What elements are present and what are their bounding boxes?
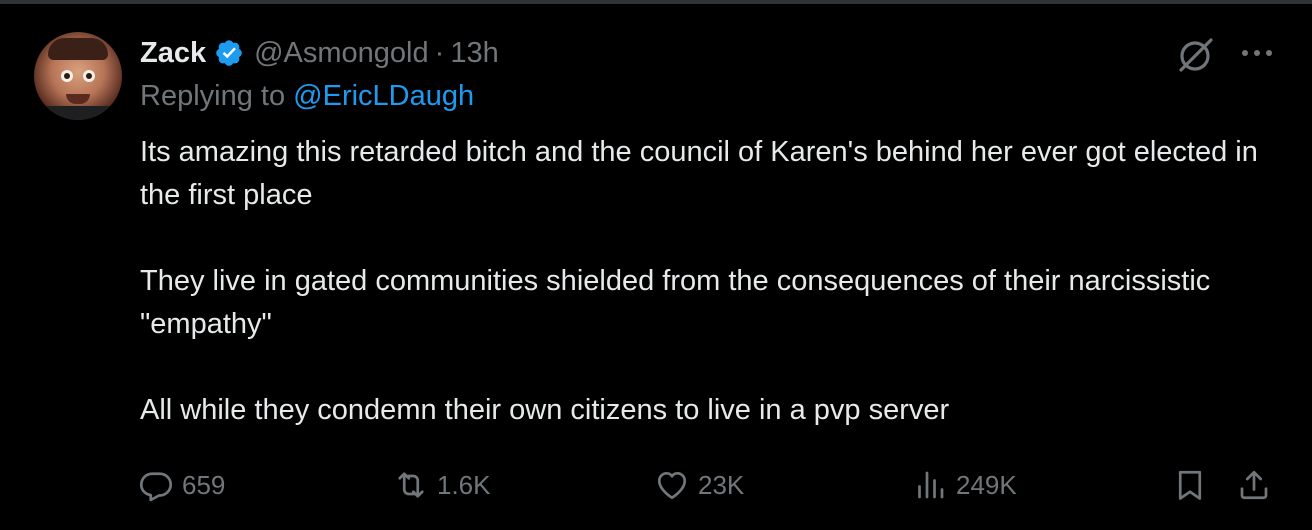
timestamp[interactable]: 13h — [450, 37, 498, 70]
like-count: 23K — [698, 469, 745, 500]
tweet-paragraph: All while they condemn their own citizen… — [140, 394, 950, 426]
repost-count: 1.6K — [437, 469, 491, 500]
tweet-paragraph: Its amazing this retarded bitch and the … — [140, 136, 1258, 211]
tweet-paragraph: They live in gated communities shielded … — [140, 265, 1211, 340]
views-button[interactable]: 249K — [912, 460, 1017, 510]
tweet-text: Its amazing this retarded bitch and the … — [140, 131, 1260, 432]
avatar-shirt — [34, 106, 122, 120]
verified-badge-icon[interactable] — [214, 38, 244, 68]
reply-icon — [139, 472, 173, 502]
bookmark-button[interactable] — [1172, 460, 1208, 510]
user-handle[interactable]: @Asmongold — [254, 37, 429, 70]
grok-icon[interactable] — [1175, 34, 1217, 76]
share-button[interactable] — [1236, 460, 1272, 510]
header-separator: · — [434, 36, 445, 69]
replying-to-line: Replying to @EricLDaugh — [140, 80, 474, 113]
display-name[interactable]: Zack — [140, 37, 206, 70]
reply-mention-link[interactable]: @EricLDaugh — [293, 80, 474, 112]
avatar-right-eye — [83, 70, 95, 82]
reply-count: 659 — [182, 469, 226, 500]
repost-button[interactable]: 1.6K — [393, 460, 491, 510]
action-bar: 659 1.6K 23K 249K — [0, 460, 1312, 510]
avatar-mouth — [66, 94, 90, 104]
more-icon[interactable] — [1239, 46, 1275, 60]
like-button[interactable]: 23K — [654, 460, 744, 510]
bookmark-icon — [1178, 470, 1202, 500]
heart-icon — [657, 471, 687, 500]
tweet-header: Zack @Asmongold · 13h — [140, 31, 499, 75]
top-divider — [0, 0, 1312, 4]
reply-button[interactable]: 659 — [138, 460, 225, 510]
avatar-hair — [48, 38, 108, 60]
avatar[interactable] — [34, 32, 122, 120]
repost-icon — [398, 472, 424, 498]
replying-prefix: Replying to — [140, 80, 286, 112]
share-icon — [1240, 470, 1268, 500]
avatar-left-eye — [61, 70, 73, 82]
views-count: 249K — [956, 469, 1017, 500]
views-icon — [918, 471, 944, 499]
